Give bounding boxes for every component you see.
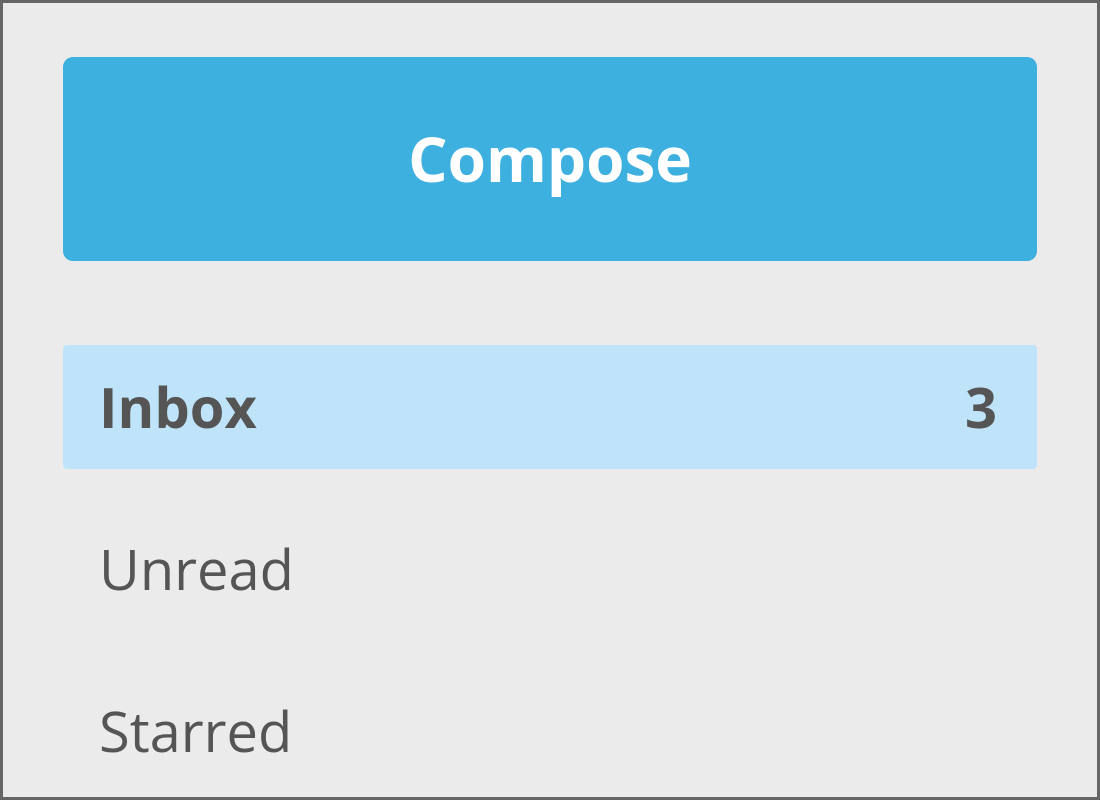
folder-list: Inbox 3 Unread Starred bbox=[63, 345, 1037, 793]
folder-item-unread[interactable]: Unread bbox=[63, 507, 1037, 631]
sidebar-panel: Compose Inbox 3 Unread Starred bbox=[0, 0, 1100, 800]
folder-label: Starred bbox=[99, 693, 292, 769]
folder-item-inbox[interactable]: Inbox 3 bbox=[63, 345, 1037, 469]
folder-count: 3 bbox=[965, 369, 997, 445]
folder-label: Inbox bbox=[99, 369, 257, 445]
folder-item-starred[interactable]: Starred bbox=[63, 669, 1037, 793]
folder-label: Unread bbox=[99, 531, 294, 607]
compose-button[interactable]: Compose bbox=[63, 57, 1037, 261]
